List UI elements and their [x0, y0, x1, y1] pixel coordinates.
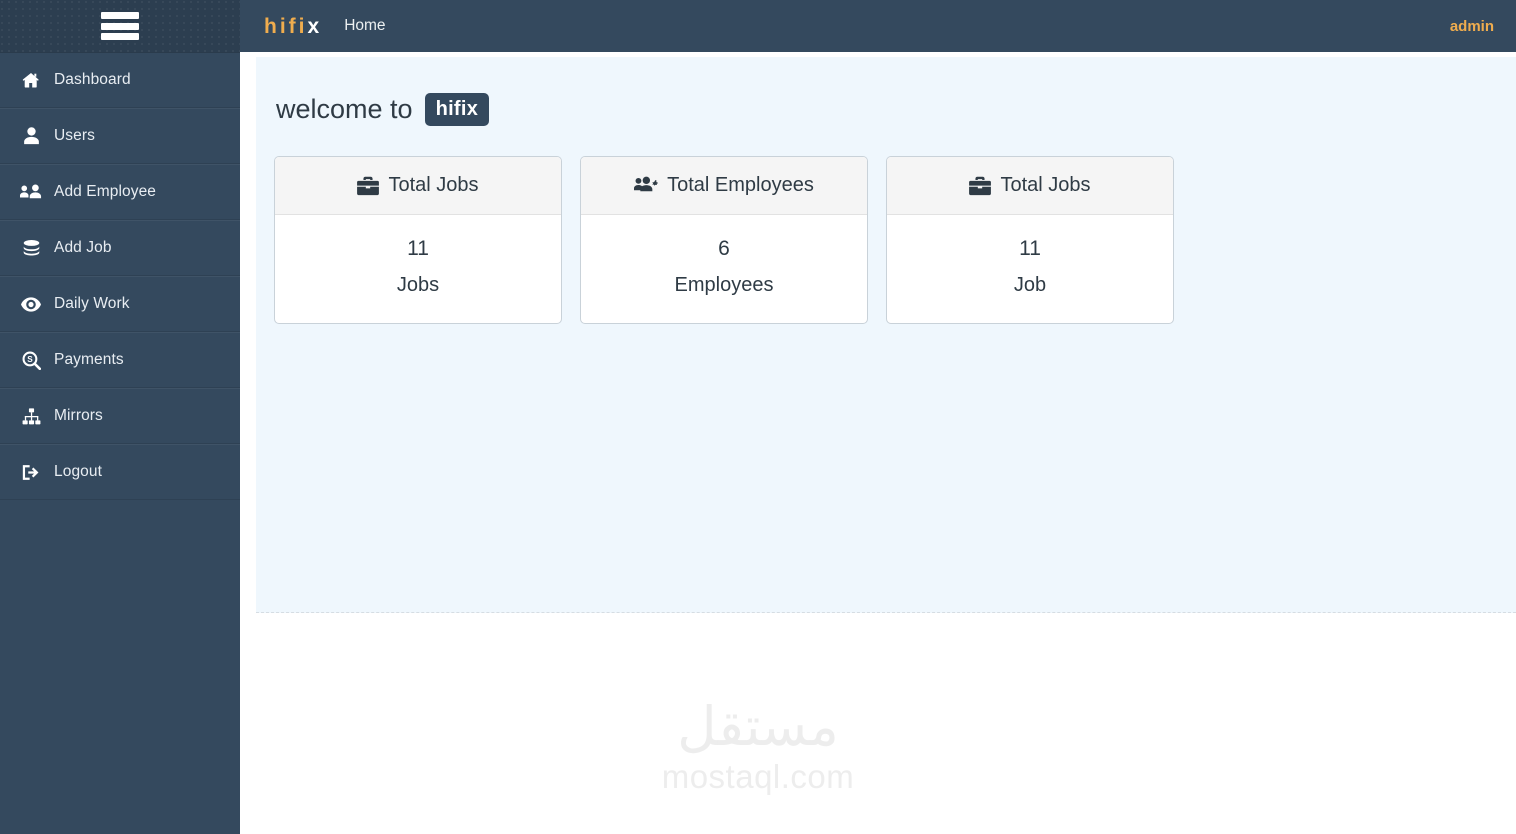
logo-primary-text: hifi	[264, 14, 308, 38]
stat-card-total-jobs[interactable]: Total Jobs 11 Jobs	[274, 156, 562, 325]
search-dollar-icon: S	[18, 351, 44, 370]
stat-card-unit: Employees	[674, 274, 774, 297]
eye-icon	[18, 296, 44, 312]
sidebar-item-add-employee[interactable]: Add Employee	[0, 164, 240, 220]
sidebar-brand-area	[0, 0, 240, 52]
sidebar-item-label: Mirrors	[54, 407, 103, 425]
sidebar-item-label: Daily Work	[54, 295, 130, 313]
sidebar-item-payments[interactable]: S Payments	[0, 332, 240, 388]
admin-user-menu[interactable]: admin	[1450, 18, 1494, 35]
stat-card-body: 11 Job	[887, 215, 1173, 323]
welcome-badge: hifix	[424, 93, 490, 126]
main-content-panel: welcome to hifix Total Jobs 11 Jobs Tota…	[256, 57, 1516, 613]
stat-card-unit: Job	[1013, 274, 1047, 297]
stat-card-total-employees[interactable]: Total Employees 6 Employees	[580, 156, 868, 325]
logo-secondary-text: x	[307, 14, 323, 38]
stat-card-header: Total Jobs	[887, 157, 1173, 215]
sidebar: Dashboard Users Add Employee Add Job Dai…	[0, 0, 240, 834]
sidebar-item-daily-work[interactable]: Daily Work	[0, 276, 240, 332]
sidebar-item-label: Add Job	[54, 239, 112, 257]
user-icon	[18, 127, 44, 145]
hamburger-bar	[101, 22, 139, 30]
svg-text:S: S	[27, 355, 33, 364]
stat-card-header: Total Employees	[581, 157, 867, 215]
topbar-right-area: admin	[1450, 18, 1494, 35]
stat-card-body: 11 Jobs	[275, 215, 561, 323]
users-cog-icon	[634, 176, 659, 195]
stat-card-body: 6 Employees	[581, 215, 867, 323]
stat-card-header: Total Jobs	[275, 157, 561, 215]
sign-out-icon	[18, 464, 44, 481]
breadcrumb[interactable]: Home	[344, 17, 385, 35]
sitemap-icon	[18, 407, 44, 425]
sidebar-item-label: Payments	[54, 351, 124, 369]
stat-card-unit: Jobs	[396, 274, 440, 297]
page-title: welcome to hifix	[276, 93, 1516, 126]
app-logo[interactable]: hifix	[264, 16, 322, 37]
hamburger-menu-icon[interactable]	[101, 11, 139, 41]
sidebar-item-label: Dashboard	[54, 71, 131, 89]
sidebar-item-add-job[interactable]: Add Job	[0, 220, 240, 276]
stat-card-total-jobs-2[interactable]: Total Jobs 11 Job	[886, 156, 1174, 325]
stat-cards-row: Total Jobs 11 Jobs Total Employees 6 Emp…	[274, 156, 1516, 325]
sidebar-item-label: Logout	[54, 463, 103, 481]
stat-card-title: Total Employees	[667, 174, 814, 196]
sidebar-item-label: Add Employee	[54, 183, 157, 201]
sidebar-item-mirrors[interactable]: Mirrors	[0, 388, 240, 444]
stat-card-title: Total Jobs	[1000, 174, 1091, 196]
sidebar-item-users[interactable]: Users	[0, 108, 240, 164]
welcome-prefix-text: welcome to	[276, 94, 413, 124]
stat-card-value: 11	[407, 237, 429, 260]
briefcase-icon	[357, 176, 380, 196]
layers-icon	[18, 239, 44, 257]
stat-card-title: Total Jobs	[388, 174, 479, 196]
briefcase-icon	[969, 176, 992, 196]
stat-card-value: 6	[718, 237, 730, 260]
sidebar-item-label: Users	[54, 127, 95, 145]
sidebar-item-logout[interactable]: Logout	[0, 444, 240, 500]
app-root: Dashboard Users Add Employee Add Job Dai…	[0, 0, 1516, 834]
stat-card-value: 11	[1019, 237, 1041, 260]
home-icon	[18, 71, 44, 89]
users-group-icon	[18, 184, 44, 200]
hamburger-bar	[101, 12, 139, 19]
sidebar-nav: Dashboard Users Add Employee Add Job Dai…	[0, 52, 240, 500]
topbar: hifix Home admin	[240, 0, 1516, 52]
hamburger-bar	[101, 33, 139, 40]
sidebar-item-dashboard[interactable]: Dashboard	[0, 52, 240, 108]
